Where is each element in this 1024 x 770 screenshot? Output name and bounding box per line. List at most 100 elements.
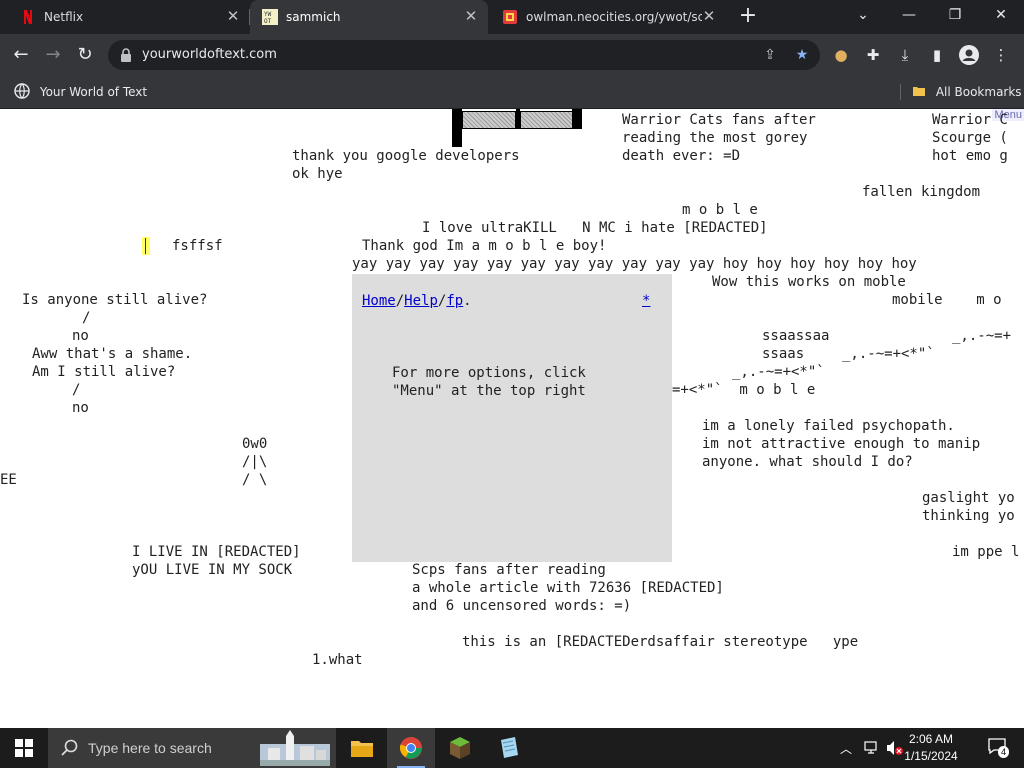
close-tab-icon[interactable]: ✕ (700, 7, 718, 25)
lock-icon (121, 48, 131, 62)
canvas-text: Thank god Im a m o b l e boy! (362, 238, 607, 254)
profile-avatar-icon[interactable] (956, 42, 982, 68)
canvas-text: =+<*"` m o b l e (672, 382, 816, 398)
windows-taskbar: Type here to search ︿ 2:06 AM 1/15/2024 … (0, 728, 1024, 768)
tab-owlman[interactable]: owlman.neocities.org/ywot/scrip ✕ (490, 0, 726, 34)
chrome-button[interactable] (387, 728, 435, 768)
canvas-text: a whole article with 72636 [REDACTED] (412, 580, 724, 596)
canvas-text: anyone. what should I do? (702, 454, 913, 470)
tab-sammich[interactable]: YW OT sammich ✕ (250, 0, 488, 34)
bookmark-divider (900, 84, 901, 100)
side-panel-icon[interactable]: ▮ (924, 42, 950, 68)
panel-text: "Menu" at the top right (392, 383, 586, 399)
close-tab-icon[interactable]: ✕ (224, 7, 242, 25)
search-highlight-illustration (258, 730, 334, 766)
notes-app-button[interactable] (485, 728, 533, 768)
canvas-text: / (72, 382, 81, 398)
chrome-icon (399, 737, 422, 759)
canvas-text: im ppe l (952, 544, 1020, 560)
notification-center-button[interactable]: 4 (988, 738, 1010, 758)
reload-button[interactable]: ↻ (72, 42, 98, 68)
canvas-text: mobile m o (892, 292, 1002, 308)
canvas-text: thinking yo (922, 508, 1015, 524)
canvas-text: m o b l e (682, 202, 758, 218)
help-link[interactable]: Help (404, 293, 438, 309)
minecraft-launcher-button[interactable] (436, 728, 484, 768)
text-cursor (142, 237, 150, 255)
canvas-text: ssaas (762, 346, 805, 362)
notification-count-badge: 4 (998, 746, 1010, 758)
canvas-text: Warrior Cats fans after (622, 112, 816, 128)
start-button[interactable] (0, 728, 48, 768)
neocities-icon (503, 10, 517, 24)
grass-block-icon (450, 737, 470, 759)
close-tab-icon[interactable]: ✕ (462, 7, 480, 25)
world-of-text-canvas[interactable]: Menu Warrior Cats fans after reading the… (0, 109, 1024, 728)
close-panel-link[interactable]: * (642, 292, 650, 310)
notepad-icon (501, 737, 518, 758)
back-button[interactable]: ← (8, 42, 34, 68)
bookmark-label: Your World of Text (39, 85, 148, 99)
system-tray: ︿ 2:06 AM 1/15/2024 4 (834, 728, 1024, 768)
url-text[interactable]: yourworldoftext.com (142, 47, 277, 62)
canvas-text: 0w0 (242, 436, 268, 452)
canvas-text: ssaassaa (762, 328, 830, 344)
share-icon[interactable]: ⇪ (760, 45, 780, 65)
close-window-button[interactable]: ✕ (978, 0, 1024, 30)
canvas-text: fallen kingdom (862, 184, 981, 200)
canvas-text: I LIVE IN [REDACTED] (132, 544, 301, 560)
bookmark-star-icon[interactable]: ★ (792, 45, 812, 65)
show-hidden-icons-icon[interactable]: ︿ (840, 740, 852, 757)
canvas-text: I love ultraKILL N MC i hate [REDACTED] (422, 220, 768, 236)
file-explorer-button[interactable] (338, 728, 386, 768)
canvas-text: Is anyone still alive? (22, 292, 208, 308)
new-tab-button[interactable]: + (736, 5, 760, 29)
canvas-text: 1.what (312, 652, 363, 668)
bookmark-all[interactable]: All Bookmarks (912, 83, 1022, 101)
canvas-text: _,.-~=+<*"` (732, 364, 825, 380)
tab-netflix[interactable]: Netflix ✕ (8, 0, 246, 34)
bookmark-ywot[interactable]: Your World of Text (14, 83, 147, 101)
canvas-text: hot emo g (932, 148, 1008, 164)
home-link[interactable]: Home (362, 293, 396, 309)
canvas-text: Scourge ( (932, 130, 1008, 146)
bookmark-label: All Bookmarks (935, 85, 1022, 99)
search-placeholder: Type here to search (88, 740, 212, 756)
canvas-text: EE (0, 472, 17, 488)
taskbar-search-box[interactable]: Type here to search (48, 728, 336, 768)
canvas-text: Aww that's a shame. (32, 346, 193, 362)
netflix-icon (24, 10, 32, 24)
canvas-text: no (72, 328, 89, 344)
svg-text:OT: OT (264, 18, 272, 25)
windows-logo-icon (15, 739, 33, 757)
forward-button[interactable]: → (40, 42, 66, 68)
fp-link[interactable]: fp (446, 293, 463, 309)
tab-label: owlman.neocities.org/ywot/scrip (526, 10, 702, 24)
canvas-text: _,.-~=+ (952, 328, 1012, 344)
address-bar[interactable]: yourworldoftext.com ⇪ ★ (108, 40, 820, 70)
cookie-extension-icon[interactable]: ● (828, 42, 854, 68)
canvas-text: im a lonely failed psychopath. (702, 418, 955, 434)
canvas-text: Wow this works on moble (712, 274, 906, 290)
extensions-icon[interactable]: ✚ (860, 42, 886, 68)
ywot-icon: YWOT (262, 9, 278, 25)
clock-date[interactable]: 1/15/2024 (896, 749, 966, 763)
more-menu-icon[interactable]: ⋮ (988, 42, 1014, 68)
canvas-text: / (82, 310, 91, 326)
help-panel: Home/Help/fp. * For more options, click … (352, 274, 672, 562)
restore-button[interactable]: ❐ (932, 0, 978, 30)
nav-dot: . (463, 293, 472, 309)
canvas-text: yay yay yay yay yay yay yay yay yay yay … (352, 256, 917, 272)
canvas-text: no (72, 400, 89, 416)
download-icon[interactable]: ⤓ (892, 42, 918, 68)
canvas-text: this is an [REDACTEDerdsaffair stereotyp… (462, 634, 859, 650)
clock-time[interactable]: 2:06 AM (896, 732, 966, 746)
canvas-text: and 6 uncensored words: =) (412, 598, 632, 614)
svg-text:YW: YW (264, 11, 272, 18)
tab-search-icon[interactable]: ⌄ (840, 0, 886, 30)
canvas-text: fsffsf (172, 238, 223, 254)
network-icon[interactable] (864, 741, 880, 755)
nav-separator: / (395, 293, 405, 309)
minimize-button[interactable]: — (886, 0, 932, 30)
canvas-text: Am I still alive? (32, 364, 176, 380)
